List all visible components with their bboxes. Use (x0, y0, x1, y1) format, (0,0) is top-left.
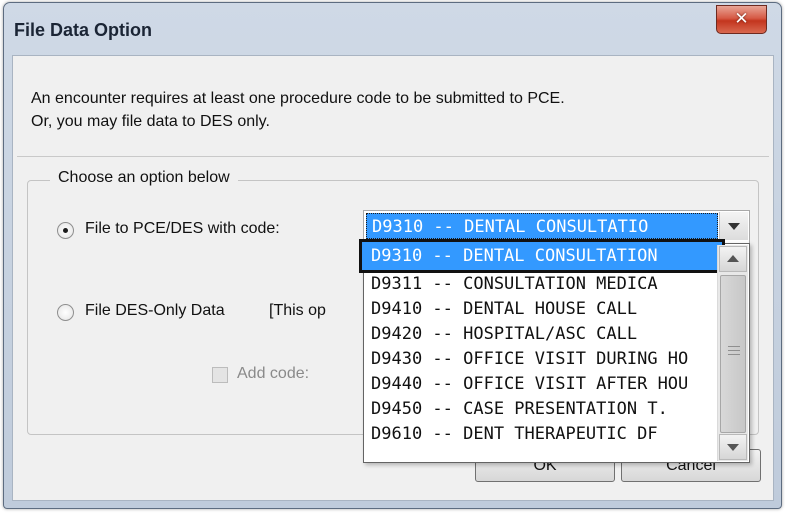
scroll-up-button[interactable] (719, 246, 747, 272)
info-message: An encounter requires at least one proce… (31, 87, 766, 133)
info-message-line-1: An encounter requires at least one proce… (31, 90, 565, 107)
procedure-code-combo-value[interactable]: D9310 -- DENTAL CONSULTATIO (366, 213, 718, 239)
chevron-down-icon (727, 444, 739, 451)
dropdown-option[interactable]: D9430 -- OFFICE VISIT DURING HO (368, 347, 713, 372)
radio-file-des-only-label[interactable]: File DES-Only Data (85, 302, 225, 320)
scroll-down-button[interactable] (719, 434, 747, 460)
dropdown-option-selected[interactable]: D9310 -- DENTAL CONSULTATION (359, 239, 725, 273)
des-only-note: [This op (269, 302, 326, 319)
dropdown-option[interactable]: D9450 -- CASE PRESENTATION T. (368, 397, 713, 422)
add-code-checkbox[interactable] (212, 367, 228, 383)
grip-line (728, 346, 740, 347)
close-button[interactable]: ✕ (716, 5, 767, 34)
dropdown-option[interactable]: D9440 -- OFFICE VISIT AFTER HOU (368, 372, 713, 397)
procedure-code-dropdown: D9310 -- DENTAL CONSULTATION D9311 -- CO… (359, 239, 750, 463)
add-code-label: Add code: (237, 365, 310, 382)
combo-dropdown-button[interactable] (719, 212, 748, 240)
radio-file-pce-des[interactable] (57, 222, 74, 239)
message-panel: An encounter requires at least one proce… (17, 60, 769, 157)
chevron-down-icon (728, 223, 740, 230)
dropdown-option[interactable]: D9420 -- HOSPITAL/ASC CALL (368, 322, 713, 347)
radio-file-des-only[interactable] (57, 304, 74, 321)
dropdown-option[interactable]: D9311 -- CONSULTATION MEDICA (368, 272, 713, 297)
grip-line (728, 350, 740, 351)
dropdown-option[interactable]: D9410 -- DENTAL HOUSE CALL (368, 297, 713, 322)
title-bar[interactable]: File Data Option ✕ (4, 3, 781, 55)
dropdown-scrollbar[interactable] (717, 245, 748, 461)
close-icon: ✕ (734, 9, 749, 28)
scroll-thumb[interactable] (720, 275, 746, 433)
dialog-title: File Data Option (14, 20, 153, 40)
radio-file-pce-des-label[interactable]: File to PCE/DES with code: (85, 220, 280, 238)
info-message-line-2: Or, you may file data to DES only. (31, 113, 270, 130)
chevron-up-icon (727, 255, 739, 262)
options-group-legend: Choose an option below (50, 169, 238, 187)
grip-line (728, 354, 740, 355)
dropdown-option[interactable]: D9610 -- DENT THERAPEUTIC DF (368, 422, 713, 447)
